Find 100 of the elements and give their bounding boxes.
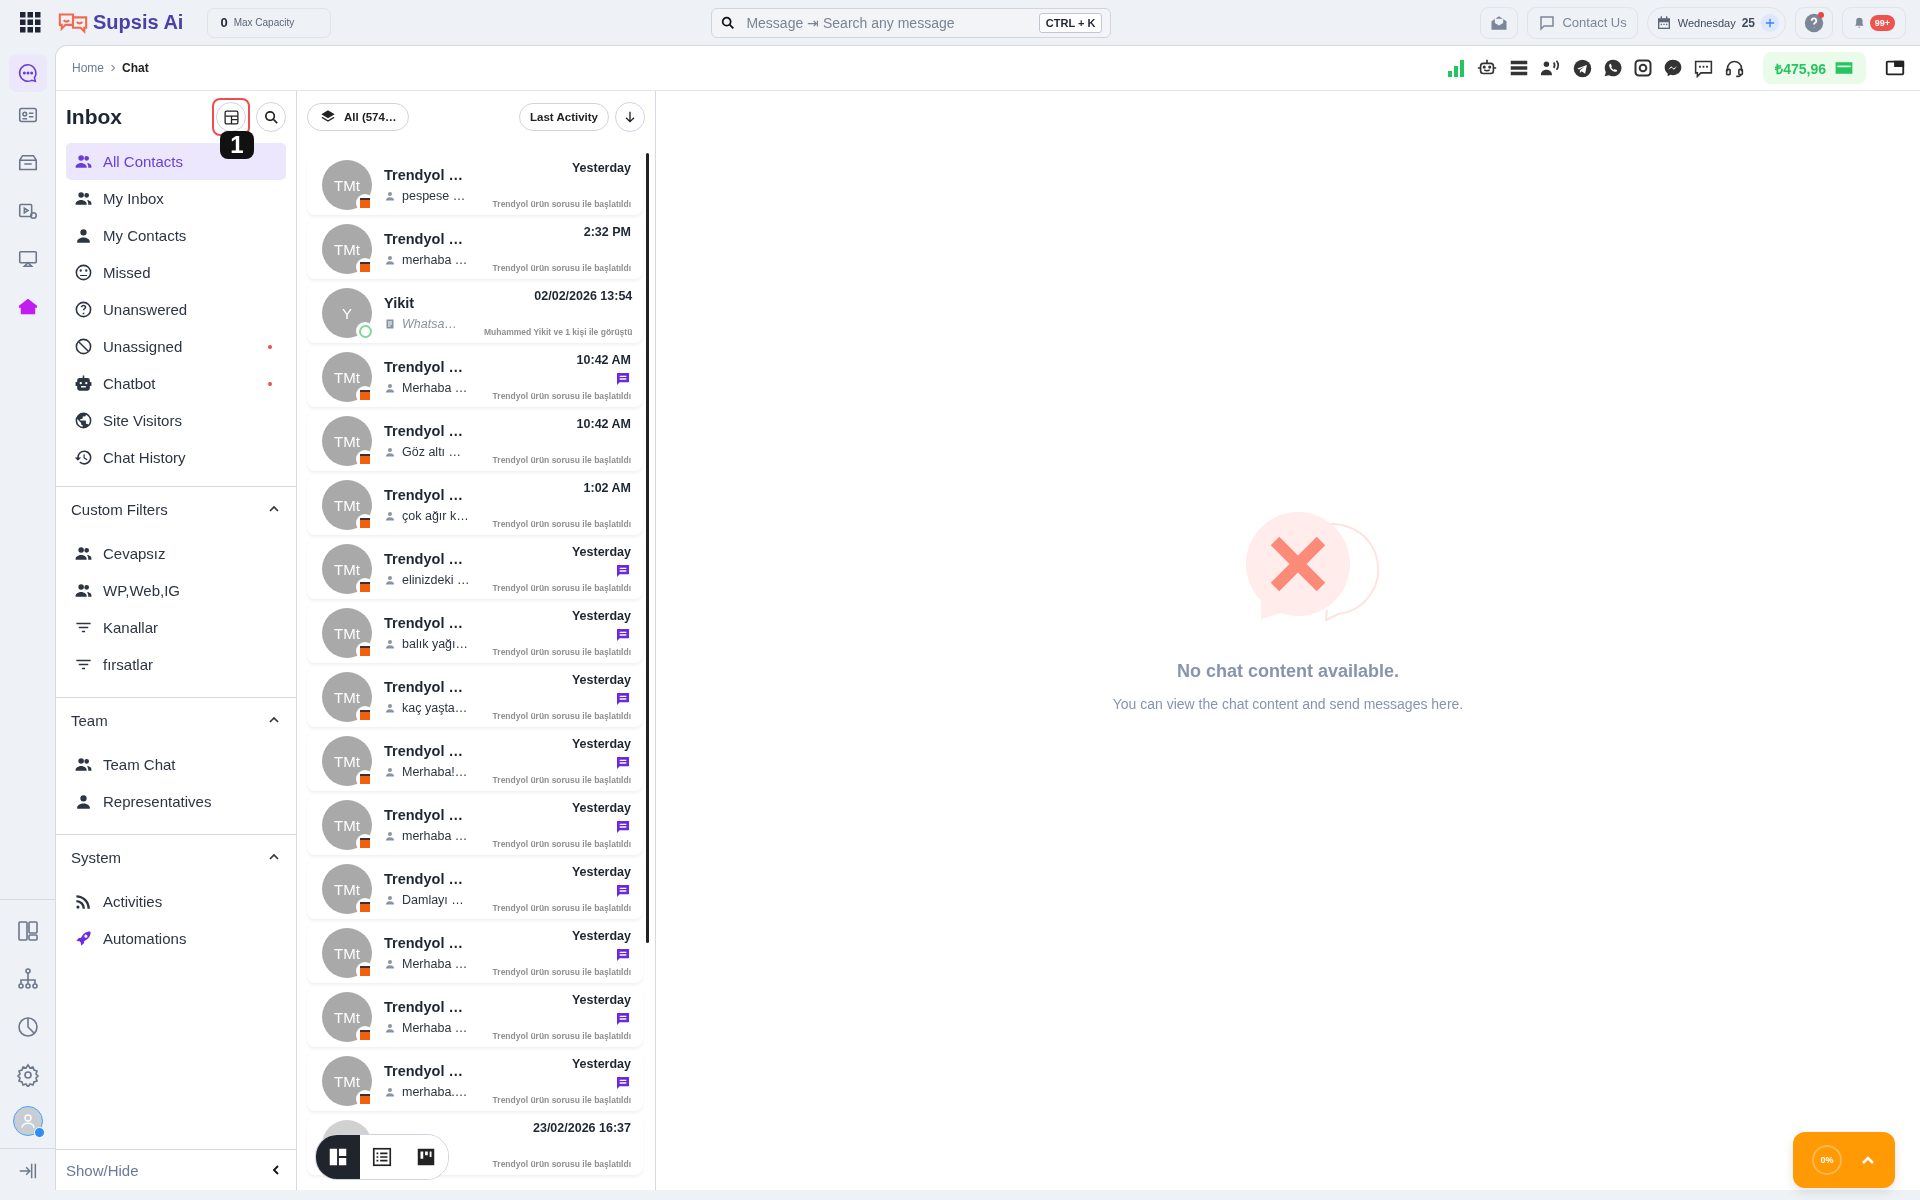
globe-icon bbox=[74, 411, 93, 430]
collapse-icon[interactable] bbox=[270, 1164, 282, 1176]
message-preview: balık yağı… bbox=[402, 637, 468, 651]
chat-nav-button[interactable] bbox=[8, 54, 47, 92]
nav-item[interactable]: Kanallar bbox=[66, 609, 286, 646]
layout-view-button[interactable] bbox=[316, 1135, 360, 1179]
contact-name: Trendyol … bbox=[384, 231, 464, 247]
conversation-item[interactable]: TMt Trendyol … Damlayı … Yesterday Trendyol ürün sorusu ile başlatıldı bbox=[307, 859, 643, 919]
scrollbar[interactable] bbox=[646, 153, 649, 943]
panels-icon bbox=[15, 919, 40, 943]
help-button[interactable] bbox=[1795, 6, 1833, 39]
contact-avatar: TMt bbox=[322, 416, 372, 466]
gear-icon bbox=[15, 1063, 40, 1087]
signal-icon bbox=[1446, 58, 1467, 78]
person-icon bbox=[384, 1086, 396, 1098]
person-icon bbox=[384, 510, 396, 522]
search-button[interactable] bbox=[256, 102, 286, 132]
search-field[interactable]: Message ⇥ Search any message CTRL + K bbox=[711, 7, 1112, 38]
nav-item[interactable]: Missed bbox=[66, 254, 286, 291]
nav-item[interactable]: Site Visitors bbox=[66, 402, 286, 439]
instagram-icon[interactable] bbox=[1633, 58, 1654, 78]
person-icon bbox=[74, 226, 93, 245]
contact-name: Yikit bbox=[384, 295, 416, 311]
conversation-origin: Trendyol ürün sorusu ile başlatıldı bbox=[492, 647, 631, 657]
sort-dropdown[interactable]: Last Activity bbox=[519, 103, 609, 131]
breadcrumb-current: Chat bbox=[122, 61, 149, 75]
filter-dropdown[interactable]: All (574… bbox=[307, 103, 410, 131]
conversation-item[interactable]: TMt Trendyol … Göz altı … 10:42 AM Trendyol ürün sorusu ile başlatıldı bbox=[307, 411, 643, 471]
conversation-item[interactable]: TMt Trendyol … Merhaba … 10:42 AM Trendyol ürün sorusu ile başlatıldı bbox=[307, 347, 643, 407]
note-icon bbox=[384, 318, 396, 330]
nav-item[interactable]: fırsatlar bbox=[66, 646, 286, 683]
logo-text: Supsis Ai bbox=[93, 11, 184, 34]
person-icon bbox=[384, 958, 396, 970]
contact-avatar: TMt bbox=[322, 224, 372, 274]
section-title: System bbox=[71, 848, 121, 866]
rss-icon bbox=[74, 892, 93, 911]
plus-icon bbox=[1765, 17, 1775, 28]
mail-button[interactable] bbox=[1480, 6, 1519, 39]
show-hide-toggle[interactable]: Show/Hide bbox=[66, 1161, 139, 1179]
telegram-icon[interactable] bbox=[1572, 57, 1594, 79]
timestamp: Yesterday bbox=[571, 609, 631, 623]
user-avatar[interactable] bbox=[12, 1106, 43, 1136]
conversation-item[interactable]: TMt Trendyol … Merhaba!… Yesterday Trendyol ürün sorusu ile başlatıldı bbox=[307, 731, 643, 791]
conversation-item[interactable]: TMt Trendyol … elinizdeki … Yesterday Trendyol ürün sorusu ile başlatıldı bbox=[307, 539, 643, 599]
sort-direction-button[interactable] bbox=[615, 102, 645, 132]
nav-item[interactable]: My Inbox bbox=[66, 180, 286, 217]
nav-item[interactable]: WP,Web,IG bbox=[66, 572, 286, 609]
nav-item[interactable]: Unanswered bbox=[66, 291, 286, 328]
contact-avatar: TMt bbox=[322, 608, 372, 658]
layout-icon bbox=[327, 1146, 349, 1168]
conversation-item[interactable]: TMt Trendyol … merhaba … Yesterday Trendyol ürün sorusu ile başlatıldı bbox=[307, 795, 643, 855]
conversation-item[interactable]: TMt Trendyol … balık yağı… Yesterday Trendyol ürün sorusu ile başlatıldı bbox=[307, 603, 643, 663]
message-preview: çok ağır k… bbox=[402, 509, 469, 523]
conversation-item[interactable]: TMt Trendyol … merhaba.… Yesterday Trendyol ürün sorusu ile başlatıldı bbox=[307, 1051, 643, 1111]
contact-name: Trendyol … bbox=[384, 999, 464, 1015]
breadcrumb-link[interactable]: Home bbox=[72, 61, 104, 75]
nav-item[interactable]: Activities bbox=[66, 883, 286, 920]
nav-item[interactable]: Unassigned bbox=[66, 328, 286, 365]
message-preview: pespese … bbox=[402, 189, 466, 203]
whatsapp-icon[interactable] bbox=[1603, 58, 1624, 78]
search-input[interactable]: Message ⇥ Search any message bbox=[744, 13, 1031, 32]
conversation-item[interactable]: TMt Trendyol … Merhaba … Yesterday Trendyol ürün sorusu ile başlatıldı bbox=[307, 987, 643, 1047]
nav-item[interactable]: Chat History bbox=[66, 439, 286, 476]
nav-item[interactable]: Representatives bbox=[66, 783, 286, 820]
conversation-item[interactable]: TMt Trendyol … kaç yaşta… Yesterday Trendyol ürün sorusu ile başlatıldı bbox=[307, 667, 643, 727]
chat-icon bbox=[16, 62, 39, 84]
contact-name: Trendyol … bbox=[384, 359, 464, 375]
conversation-item[interactable]: TMt Trendyol … pespese … Yesterday Trendyol ürün sorusu ile başlatıldı bbox=[307, 155, 643, 215]
conversation-item[interactable]: TMt Trendyol … Merhaba … Yesterday Trendyol ürün sorusu ile başlatıldı bbox=[307, 923, 643, 983]
nav-item[interactable]: Cevapsız bbox=[66, 535, 286, 572]
nav-item[interactable]: My Contacts bbox=[66, 217, 286, 254]
apps-grid-icon[interactable] bbox=[20, 12, 41, 33]
message-preview: Merhaba … bbox=[402, 957, 468, 971]
messenger-icon[interactable] bbox=[1663, 58, 1684, 78]
contact-avatar: TMt bbox=[322, 736, 372, 786]
timestamp: Yesterday bbox=[571, 801, 631, 815]
timestamp: 23/02/2026 16:37 bbox=[533, 1121, 631, 1135]
person-icon bbox=[384, 702, 396, 714]
conversation-item[interactable]: Y Yikit Whatsa… 02/02/2026 13:54 Muhammed Yikit ve 1 kişi ile görüştü bbox=[307, 283, 643, 343]
conversation-item[interactable]: TMt Trendyol … merhaba … 2:32 PM Trendyol ürün sorusu ile başlatıldı bbox=[307, 219, 643, 279]
conversation-origin: Trendyol ürün sorusu ile başlatıldı bbox=[492, 775, 631, 785]
conversation-item[interactable]: TMt Trendyol … çok ağır k… 1:02 AM Trendyol ürün sorusu ile başlatıldı bbox=[307, 475, 643, 535]
calendar-icon bbox=[1655, 14, 1672, 31]
people-icon bbox=[74, 581, 93, 600]
balance-amount: ₺475,96 bbox=[1775, 59, 1826, 78]
timestamp: Yesterday bbox=[571, 993, 631, 1007]
nav-item[interactable]: Automations bbox=[66, 920, 286, 957]
face-icon bbox=[74, 263, 93, 282]
conversation-origin: Trendyol ürün sorusu ile başlatıldı bbox=[492, 1095, 631, 1105]
people-icon bbox=[74, 755, 93, 774]
question-icon bbox=[74, 300, 93, 319]
nav-item[interactable]: Chatbot bbox=[66, 365, 286, 402]
shortcut-key: CTRL + K bbox=[1038, 12, 1103, 33]
layout-icon bbox=[222, 108, 240, 126]
person-icon bbox=[384, 254, 396, 266]
timestamp: Yesterday bbox=[571, 865, 631, 879]
contact-avatar: TMt bbox=[322, 800, 372, 850]
message-preview: merhaba … bbox=[402, 829, 468, 843]
nav-item[interactable]: Team Chat bbox=[66, 746, 286, 783]
robot-icon bbox=[74, 374, 93, 393]
